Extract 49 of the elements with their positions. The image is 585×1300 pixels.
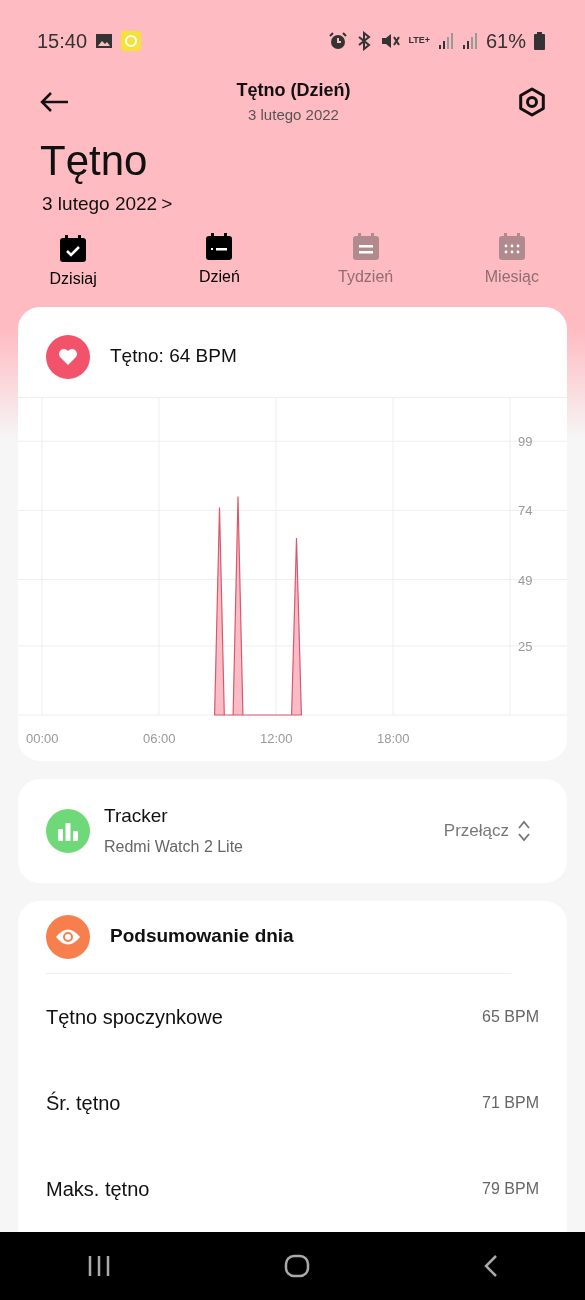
stat-label: Śr. tętno	[46, 1090, 121, 1116]
mute-icon	[380, 31, 401, 51]
switch-button[interactable]: Przełącz	[443, 817, 531, 844]
clock: 15:40	[37, 29, 88, 54]
heart-rate-reading: Tętno: 64 BPM	[110, 344, 237, 369]
stat-value: 79 BPM	[482, 1178, 539, 1199]
stat-value: 71 BPM	[482, 1092, 539, 1113]
signal-icon	[461, 32, 478, 50]
network-label: LTE+	[408, 34, 430, 48]
x-axis-label: 00:00	[26, 730, 59, 746]
calendar-check-icon	[59, 234, 88, 263]
calendar-icon	[351, 232, 380, 261]
y-axis-label: 25	[518, 638, 533, 654]
settings-button[interactable]	[517, 87, 547, 117]
home-icon[interactable]	[284, 1254, 311, 1278]
notification-icon	[121, 31, 142, 51]
alarm-icon	[328, 31, 349, 51]
x-axis-label: 06:00	[143, 730, 176, 746]
today-button[interactable]: Dzisiaj	[0, 234, 147, 291]
device-name: Redmi Watch 2 Lite	[104, 836, 244, 857]
device-title: Tracker	[104, 804, 169, 829]
battery-icon	[534, 32, 545, 50]
back-nav-icon[interactable]	[484, 1254, 499, 1278]
recent-apps-icon[interactable]	[86, 1255, 111, 1277]
screen-title: Tętno (Dzień)	[236, 79, 351, 103]
eye-icon	[46, 914, 90, 959]
bluetooth-icon	[356, 31, 373, 51]
y-axis-label: 99	[518, 433, 533, 449]
battery-percent: 61%	[485, 29, 526, 54]
calendar-icon	[497, 232, 526, 261]
stat-label: Tętno spoczynkowe	[46, 1004, 223, 1030]
chevron-icon[interactable]: >	[161, 190, 173, 219]
calendar-icon	[205, 232, 234, 261]
page-title: Tętno	[40, 140, 149, 182]
x-axis-label: 18:00	[377, 730, 410, 746]
chart-bars-icon	[46, 808, 90, 853]
stat-label: Maks. tętno	[46, 1176, 150, 1202]
y-axis-label: 74	[518, 502, 533, 518]
y-axis-label: 49	[518, 572, 533, 587]
image-icon	[95, 33, 114, 49]
up-down-chevron-icon	[517, 819, 531, 842]
settings-icon	[517, 87, 547, 117]
x-axis-label: 12:00	[260, 730, 293, 746]
summary-title: Podsumowanie dnia	[110, 924, 294, 949]
date-link[interactable]: 3 lutego 2022	[42, 190, 158, 219]
signal-icon	[437, 32, 454, 50]
screen-subtitle: 3 lutego 2022	[247, 105, 340, 126]
stat-value: 65 BPM	[482, 1006, 539, 1027]
period-tab[interactable]: Dzień	[146, 232, 293, 291]
